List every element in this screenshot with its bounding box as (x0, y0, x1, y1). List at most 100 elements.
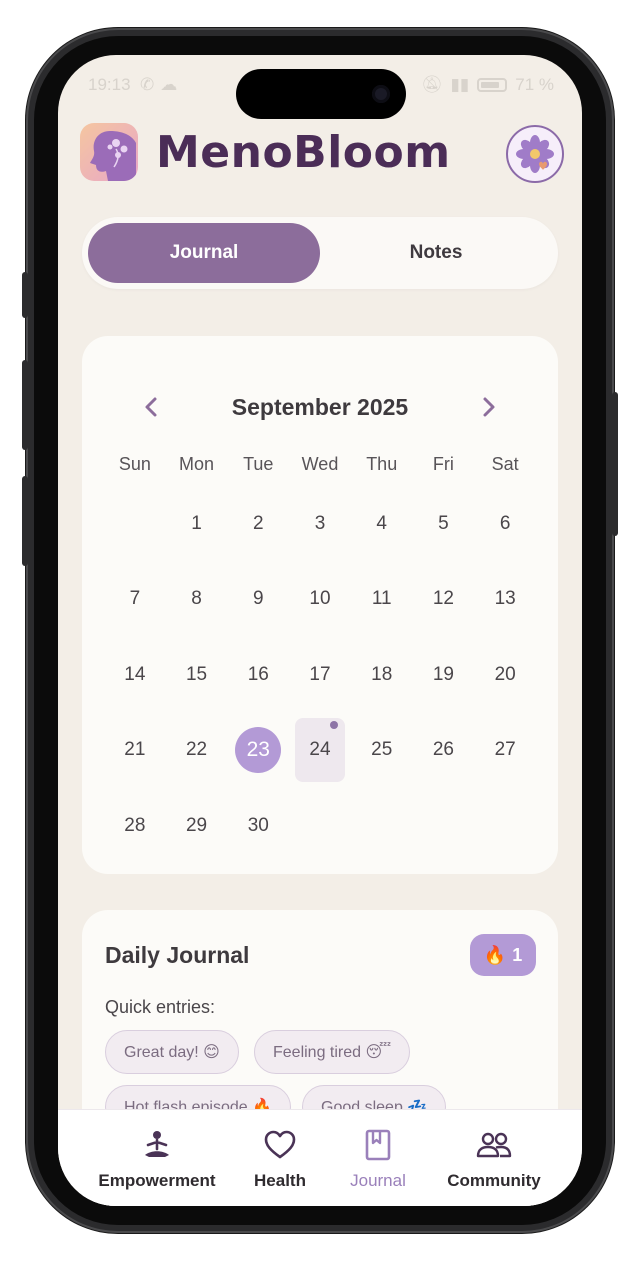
day-number: 10 (309, 588, 331, 610)
calendar-day[interactable]: 3 (289, 486, 351, 562)
day-number: 15 (185, 663, 208, 685)
status-time: 19:13 (88, 75, 131, 94)
tab-empowerment[interactable]: Empowerment (96, 1110, 218, 1206)
day-number: 24 (309, 739, 331, 761)
calendar-day[interactable]: 22 (166, 713, 228, 789)
calendar-day[interactable]: 12 (413, 562, 475, 638)
day-number: 12 (432, 588, 454, 610)
calendar-day[interactable]: 19 (413, 637, 475, 713)
weekday-label: Sat (491, 454, 519, 474)
tab-journal-nav[interactable]: Journal (340, 1110, 416, 1206)
weekday-label: Tue (243, 454, 274, 474)
day-number: 21 (124, 739, 146, 761)
mute-icon: 🔕︎ (420, 75, 443, 94)
calendar-day[interactable]: 29 (166, 788, 228, 864)
calendar-header: September 2025 (82, 390, 558, 424)
weekday-header: Sun Mon Tue Wed Thu Fri Sat (104, 454, 536, 475)
camera-icon (372, 85, 390, 103)
tab-journal[interactable]: Journal (88, 223, 320, 283)
weekday-label: Fri (432, 454, 454, 474)
calendar-empty-cell (104, 486, 166, 562)
heart-icon (264, 1130, 296, 1159)
calendar-day[interactable]: 13 (474, 562, 536, 638)
calendar-day[interactable]: 16 (227, 637, 289, 713)
next-month-button[interactable] (474, 392, 504, 422)
weekday-label: Thu (366, 454, 398, 474)
battery-percent: 71 % (515, 75, 554, 94)
day-number: 2 (252, 512, 264, 534)
signal-icon: ▮▮ (450, 75, 470, 94)
calendar-day[interactable]: 20 (474, 637, 536, 713)
mute-switch (22, 272, 28, 318)
day-number: 8 (191, 588, 202, 610)
day-number: 7 (129, 588, 141, 610)
calendar-day-selected[interactable]: 23 (227, 713, 289, 789)
battery-icon (477, 78, 508, 92)
profile-button[interactable] (506, 125, 564, 183)
calendar-day[interactable]: 28 (104, 788, 166, 864)
day-number: 6 (499, 512, 511, 534)
calendar-day[interactable]: 14 (104, 637, 166, 713)
day-number: 1 (191, 512, 202, 534)
chevron-right-icon (483, 397, 495, 417)
day-number: 26 (432, 739, 454, 761)
calendar-day[interactable]: 18 (351, 637, 413, 713)
calendar-day[interactable]: 27 (474, 713, 536, 789)
calendar-day-with-entry[interactable]: 24 (289, 713, 351, 789)
weekday-label: Wed (301, 454, 339, 474)
calendar-day[interactable]: 30 (227, 788, 289, 864)
tab-notes[interactable]: Notes (320, 223, 552, 283)
people-icon (476, 1132, 512, 1158)
day-number: 27 (494, 739, 516, 761)
whatsapp-icon: ✆ (140, 75, 161, 94)
calendar-day[interactable]: 10 (289, 562, 351, 638)
tab-label: Journal (350, 1171, 406, 1190)
day-number: 19 (432, 663, 454, 685)
quick-entry-chip[interactable]: Great day! 😊 (105, 1030, 239, 1074)
fire-icon: 🔥 (483, 944, 507, 965)
calendar-day[interactable]: 11 (351, 562, 413, 638)
calendar-day[interactable]: 5 (413, 486, 475, 562)
calendar-day[interactable]: 8 (166, 562, 228, 638)
tab-community[interactable]: Community (444, 1110, 544, 1206)
day-number: 17 (309, 663, 331, 685)
calendar-day[interactable]: 15 (166, 637, 228, 713)
bottom-tab-bar: Empowerment Health Journal Community (58, 1109, 582, 1206)
day-number: 23 (246, 738, 270, 762)
calendar-day[interactable]: 26 (413, 713, 475, 789)
meditation-icon (145, 1131, 169, 1157)
calendar-card: September 2025 Sun Mon Tue Wed Thu Fri Sat 123… (82, 336, 558, 874)
streak-count: 1 (512, 944, 523, 965)
volume-down-button (22, 476, 28, 566)
day-number: 25 (371, 739, 393, 761)
tab-health[interactable]: Health (240, 1110, 320, 1206)
app-header: MenoBloom (80, 123, 564, 185)
day-number: 11 (371, 588, 392, 610)
power-button (612, 392, 618, 536)
quick-entry-chip[interactable]: Feeling tired 😴 (254, 1030, 411, 1074)
calendar-day[interactable]: 7 (104, 562, 166, 638)
app-screen: 19:13 ✆☁ 🔕︎ ▮▮ 71 % MenoBloom Journal No… (58, 55, 582, 1206)
calendar-day[interactable]: 4 (351, 486, 413, 562)
calendar-day[interactable]: 9 (227, 562, 289, 638)
calendar-day[interactable]: 6 (474, 486, 536, 562)
quick-entries-label: Quick entries: (105, 997, 216, 1017)
calendar-day[interactable]: 21 (104, 713, 166, 789)
journal-notes-switch: Journal Notes (82, 217, 558, 289)
day-number: 4 (376, 512, 387, 534)
day-number: 9 (252, 588, 264, 610)
calendar-day[interactable]: 2 (227, 486, 289, 562)
tab-label: Empowerment (98, 1171, 216, 1190)
dynamic-island (236, 69, 406, 119)
day-number: 20 (494, 663, 516, 685)
calendar-day[interactable]: 1 (166, 486, 228, 562)
day-number: 28 (124, 814, 146, 836)
day-number: 22 (185, 739, 208, 761)
calendar-days-grid: 1 2 3 4 5 6 7 8 9 10 11 12 13 14 15 16 17 18 19 20 21 22 23 24 2… (104, 486, 536, 864)
cloud-icon: ☁ (160, 75, 184, 94)
weekday-label: Sun (118, 454, 151, 474)
calendar-day[interactable]: 25 (351, 713, 413, 789)
day-number: 18 (371, 663, 393, 685)
calendar-day[interactable]: 17 (289, 637, 351, 713)
day-number: 13 (494, 588, 516, 610)
